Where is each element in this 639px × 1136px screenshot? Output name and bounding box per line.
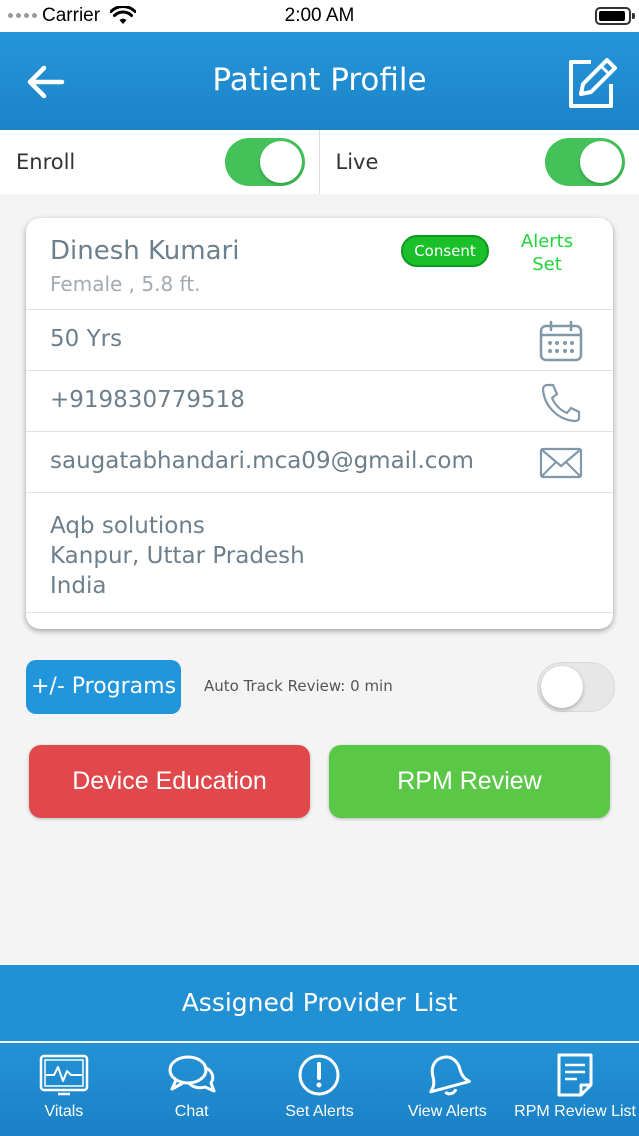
tab-set-alerts-label: Set Alerts <box>285 1103 354 1120</box>
age-row: 50 Yrs <box>26 310 613 371</box>
enroll-label: Enroll <box>16 150 76 174</box>
status-toggles: Enroll Live <box>0 130 639 194</box>
patient-phone: +919830779518 <box>50 387 245 413</box>
live-toggle[interactable] <box>545 138 625 186</box>
consent-badge[interactable]: Consent <box>401 235 489 267</box>
alerts-set-line2: Set <box>532 254 562 275</box>
tab-rpm-review-list-label: RPM Review List <box>514 1103 636 1120</box>
programs-button[interactable]: +/- Programs <box>26 660 181 714</box>
document-icon <box>557 1053 593 1097</box>
address-line2: Kanpur, Uttar Pradesh <box>50 543 305 569</box>
tab-chat[interactable]: Chat <box>128 1043 256 1136</box>
mail-icon[interactable] <box>539 442 583 484</box>
tab-view-alerts[interactable]: View Alerts <box>383 1043 511 1136</box>
tab-vitals-label: Vitals <box>44 1103 84 1120</box>
edit-icon[interactable] <box>563 56 619 112</box>
rpm-review-button[interactable]: RPM Review <box>329 745 610 818</box>
tab-vitals[interactable]: Vitals <box>0 1043 128 1136</box>
tab-bar: Vitals Chat Set Alerts View Alerts RPM R… <box>0 1043 639 1136</box>
bell-icon <box>429 1055 472 1096</box>
alert-circle-icon <box>298 1054 340 1096</box>
app-header: Patient Profile <box>0 32 639 130</box>
live-label: Live <box>335 150 379 174</box>
vitals-icon <box>39 1054 89 1096</box>
tab-chat-label: Chat <box>174 1103 209 1120</box>
alerts-set-line1: Alerts <box>520 231 574 252</box>
assigned-provider-list-button[interactable]: Assigned Provider List <box>0 965 639 1041</box>
phone-row: +919830779518 <box>26 371 613 432</box>
tab-view-alerts-label: View Alerts <box>407 1103 487 1120</box>
patient-gender-height: Female , 5.8 ft. <box>50 272 201 296</box>
live-cell: Live <box>320 130 639 194</box>
chat-icon <box>168 1055 216 1093</box>
patient-age: 50 Yrs <box>50 326 123 352</box>
device-education-button[interactable]: Device Education <box>29 745 310 818</box>
auto-track-label: Auto Track Review: 0 min <box>204 677 393 695</box>
phone-icon[interactable] <box>539 381 583 423</box>
patient-address: Aqb solutions Kanpur, Uttar Pradesh Indi… <box>26 493 613 613</box>
status-bar: Carrier 2:00 AM <box>0 0 639 32</box>
calendar-icon[interactable] <box>539 320 583 362</box>
status-time: 2:00 AM <box>284 5 355 26</box>
address-line1: Aqb solutions <box>50 513 205 539</box>
patient-email: saugatabhandari.mca09@gmail.com <box>50 448 474 474</box>
address-line3: India <box>50 573 107 599</box>
battery-icon <box>595 7 635 25</box>
tab-set-alerts[interactable]: Set Alerts <box>256 1043 384 1136</box>
enroll-toggle[interactable] <box>224 138 305 186</box>
alerts-set-link[interactable]: Alerts Set <box>500 230 594 276</box>
patient-header: Dinesh Kumari Female , 5.8 ft. Consent A… <box>26 218 613 310</box>
email-row: saugatabhandari.mca09@gmail.com <box>26 432 613 493</box>
patient-card: Dinesh Kumari Female , 5.8 ft. Consent A… <box>26 218 613 629</box>
enroll-cell: Enroll <box>0 130 320 194</box>
tab-rpm-review-list[interactable]: RPM Review List <box>511 1043 639 1136</box>
patient-name: Dinesh Kumari <box>50 236 240 266</box>
page-title: Patient Profile <box>212 62 427 98</box>
auto-track-toggle[interactable] <box>537 662 615 712</box>
